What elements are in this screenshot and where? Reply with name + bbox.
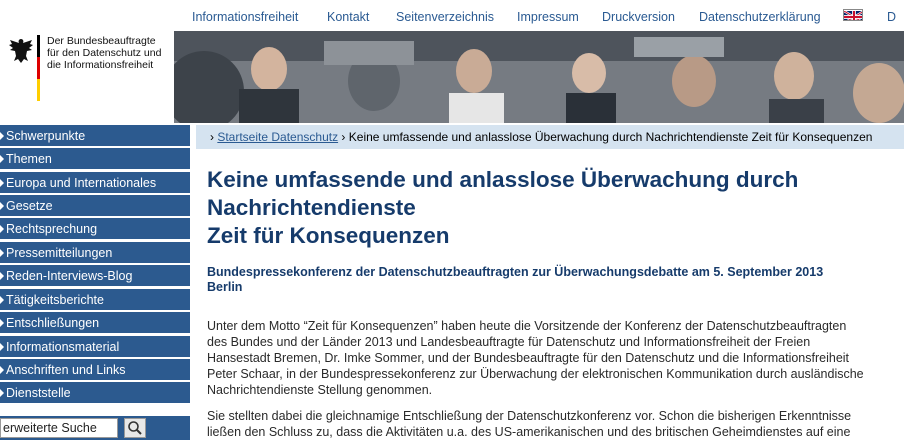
- magnifier-icon: [128, 421, 142, 435]
- arrow-right-icon: [0, 296, 4, 304]
- search-input[interactable]: [0, 418, 118, 438]
- paragraph-line: Sie stellten dabei die gleichnamige Ents…: [207, 409, 852, 423]
- top-navigation: Informationsfreiheit Kontakt Seitenverze…: [0, 0, 904, 31]
- breadcrumb-arrow-icon: ›: [210, 130, 214, 144]
- logo-line-2: für den Datenschutz und: [47, 47, 162, 59]
- sidebar-navigation: Schwerpunkte Themen Europa und Internati…: [0, 125, 190, 443]
- sidebar-item-entschliessungen[interactable]: Entschließungen: [0, 312, 190, 334]
- article-subtitle: Bundespressekonferenz der Datenschutzbea…: [207, 265, 823, 295]
- sidebar-item-europa[interactable]: Europa und Internationales: [0, 172, 190, 194]
- arrow-right-icon: [0, 249, 4, 257]
- sidebar-item-label: Themen: [6, 152, 52, 166]
- sidebar-item-reden-interviews-blog[interactable]: Reden-Interviews-Blog: [0, 265, 190, 287]
- nav-link-kontakt[interactable]: Kontakt: [327, 10, 369, 24]
- sidebar-item-label: Reden-Interviews-Blog: [6, 269, 133, 283]
- sidebar-item-label: Pressemitteilungen: [6, 246, 113, 260]
- logo-text: Der Bundesbeauftragte für den Datenschut…: [47, 35, 161, 71]
- site-header: Der Bundesbeauftragte für den Datenschut…: [0, 31, 904, 123]
- federal-eagle-icon: [9, 39, 33, 63]
- nav-link-informationsfreiheit[interactable]: Informationsfreiheit: [192, 10, 298, 24]
- arrow-right-icon: [0, 202, 4, 210]
- paragraph-line: Nachrichtendienste Stellung genommen.: [207, 383, 433, 397]
- arrow-right-icon: [0, 179, 4, 187]
- logo-line-3: die Informationsfreiheit: [47, 59, 154, 71]
- sidebar-item-taetigkeitsberichte[interactable]: Tätigkeitsberichte: [0, 289, 190, 311]
- subtitle-line-1: Bundespressekonferenz der Datenschutzbea…: [207, 265, 824, 279]
- article-paragraph-2: Sie stellten dabei die gleichnamige Ents…: [207, 408, 851, 440]
- uk-flag-icon[interactable]: [843, 9, 863, 21]
- paragraph-line: Unter dem Motto “Zeit für Konsequenzen” …: [207, 319, 847, 333]
- page-title-line-3: Zeit für Konsequenzen: [207, 223, 450, 248]
- arrow-right-icon: [0, 155, 4, 163]
- nav-link-druckversion[interactable]: Druckversion: [602, 10, 675, 24]
- sidebar-item-label: Tätigkeitsberichte: [6, 293, 104, 307]
- sidebar-item-rechtsprechung[interactable]: Rechtsprechung: [0, 218, 190, 240]
- sidebar-item-label: Europa und Internationales: [6, 176, 157, 190]
- nav-link-impressum[interactable]: Impressum: [517, 10, 579, 24]
- nav-link-deutsch[interactable]: D: [887, 10, 896, 24]
- nav-link-datenschutzerklaerung[interactable]: Datenschutzerklärung: [699, 10, 821, 24]
- arrow-right-icon: [0, 389, 4, 397]
- sidebar-item-label: Gesetze: [6, 199, 53, 213]
- breadcrumb-current: Keine umfassende und anlasslose Überwach…: [348, 130, 873, 144]
- sidebar-item-anschriften-und-links[interactable]: Anschriften und Links: [0, 359, 190, 381]
- paragraph-line: ließen den Schluss zu, dass die Aktivitä…: [207, 425, 851, 439]
- breadcrumb-bar: › Startseite Datenschutz › Keine umfasse…: [196, 125, 904, 149]
- arrow-right-icon: [0, 272, 4, 280]
- sidebar-item-label: Entschließungen: [6, 316, 100, 330]
- paragraph-line: Peter Schaar, in der Bundespressekonfere…: [207, 367, 864, 381]
- arrow-right-icon: [0, 319, 4, 327]
- sidebar-item-label: Schwerpunkte: [6, 129, 86, 143]
- sidebar-item-gesetze[interactable]: Gesetze: [0, 195, 190, 217]
- arrow-right-icon: [0, 132, 4, 140]
- subtitle-line-2: Berlin: [207, 280, 243, 294]
- sidebar-item-label: Dienststelle: [6, 386, 71, 400]
- nav-link-seitenverzeichnis[interactable]: Seitenverzeichnis: [396, 10, 494, 24]
- paragraph-line: des Bundes und der Länder 2013 und Lande…: [207, 335, 811, 349]
- breadcrumb-arrow-icon: ›: [341, 130, 346, 144]
- sidebar-item-informationsmaterial[interactable]: Informationsmaterial: [0, 336, 190, 358]
- breadcrumb: › Startseite Datenschutz › Keine umfasse…: [210, 130, 872, 144]
- breadcrumb-home-link[interactable]: Startseite Datenschutz: [217, 130, 338, 144]
- page-title-line-2: Nachrichtendienste: [207, 195, 416, 220]
- sidebar-item-pressemitteilungen[interactable]: Pressemitteilungen: [0, 242, 190, 264]
- site-logo[interactable]: Der Bundesbeauftragte für den Datenschut…: [0, 31, 174, 123]
- german-flag-bar: [37, 35, 40, 101]
- article-paragraph-1: Unter dem Motto “Zeit für Konsequenzen” …: [207, 318, 864, 398]
- logo-line-1: Der Bundesbeauftragte: [47, 35, 156, 47]
- arrow-right-icon: [0, 343, 4, 351]
- header-crowd-photo: [174, 31, 904, 123]
- sidebar-search: [0, 416, 190, 440]
- sidebar-item-dienststelle[interactable]: Dienststelle: [0, 382, 190, 404]
- sidebar-item-label: Anschriften und Links: [6, 363, 126, 377]
- sidebar-item-themen[interactable]: Themen: [0, 148, 190, 170]
- page-title-line-1: Keine umfassende und anlasslose Überwach…: [207, 167, 799, 192]
- paragraph-line: Hansestadt Bremen, Dr. Imke Sommer, und …: [207, 351, 850, 365]
- arrow-right-icon: [0, 366, 4, 374]
- search-button[interactable]: [124, 418, 146, 438]
- sidebar-item-schwerpunkte[interactable]: Schwerpunkte: [0, 125, 190, 147]
- page-title: Keine umfassende und anlasslose Überwach…: [207, 166, 798, 250]
- arrow-right-icon: [0, 225, 4, 233]
- sidebar-item-label: Informationsmaterial: [6, 340, 120, 354]
- sidebar-item-label: Rechtsprechung: [6, 222, 98, 236]
